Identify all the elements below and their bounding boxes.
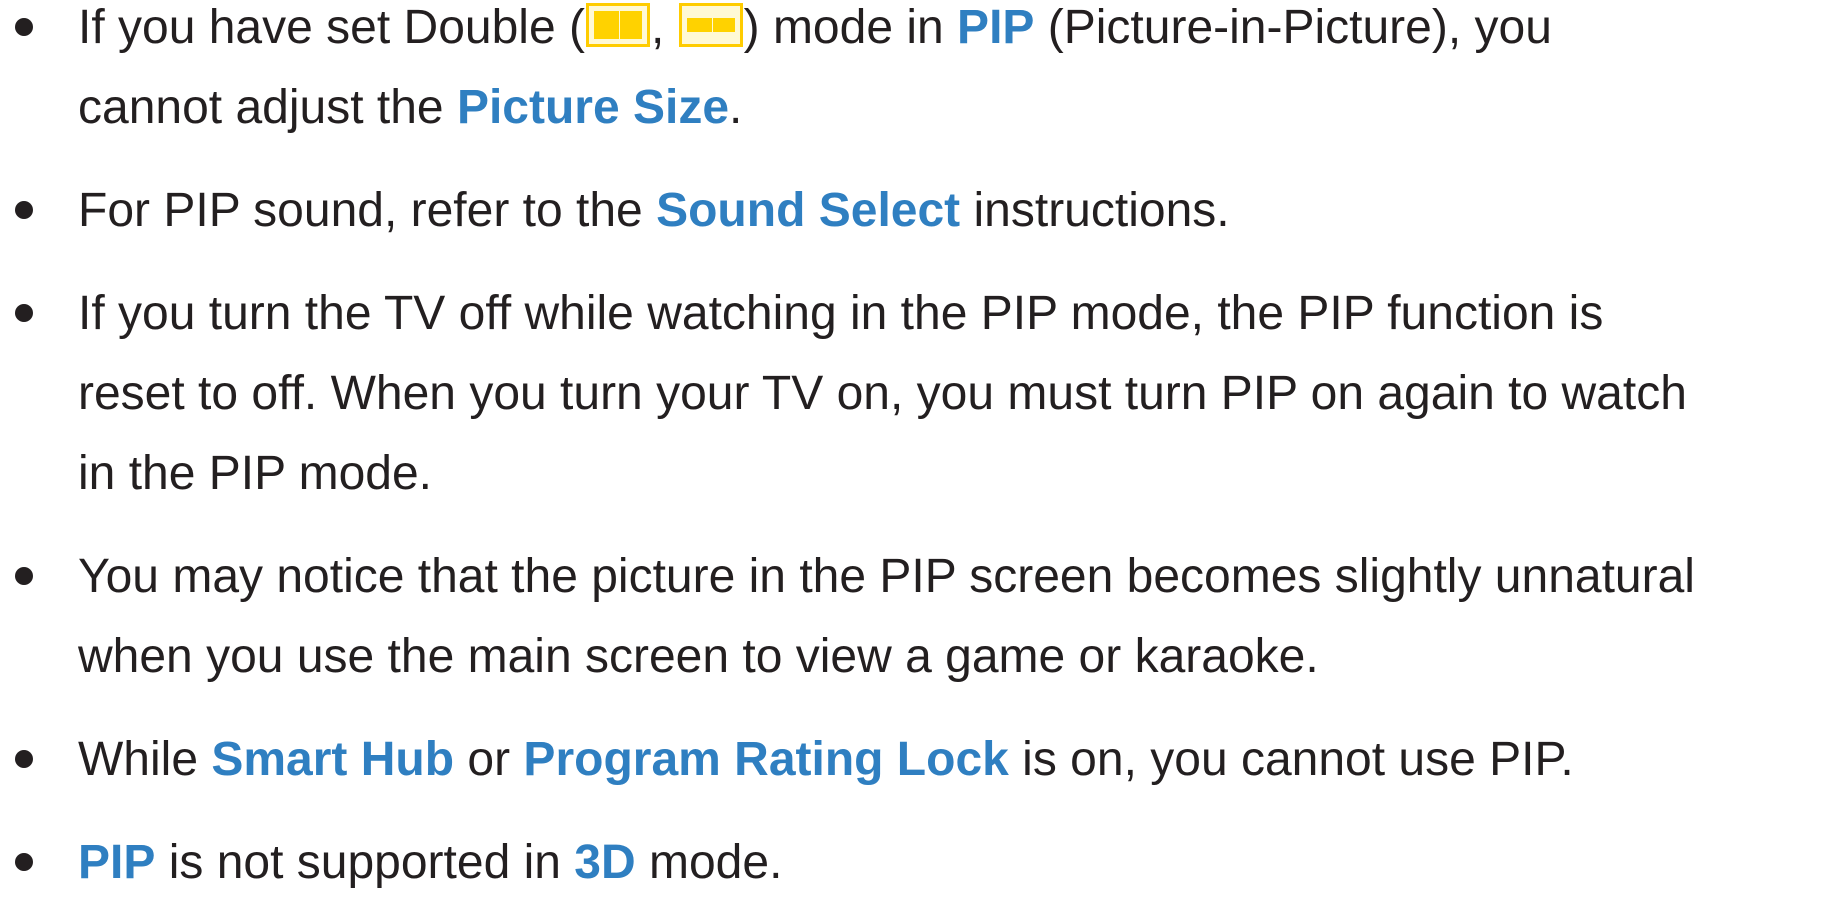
double-screen-side-by-side-icon: [585, 3, 650, 48]
note-text: cannot adjust the: [78, 81, 457, 134]
note-text: mode.: [635, 836, 783, 889]
note-text: or: [454, 733, 524, 786]
note-item-smart-hub-lock: While Smart Hub or Program Rating Lock i…: [0, 720, 1843, 800]
keyword-3d: 3D: [574, 836, 636, 889]
note-item-unnatural-picture: You may notice that the picture in the P…: [0, 537, 1843, 697]
note-text: ) mode in: [743, 1, 958, 54]
keyword-smart-hub: Smart Hub: [211, 733, 455, 786]
keyword-program-rating-lock: Program Rating Lock: [523, 733, 1009, 786]
keyword-pip: PIP: [78, 836, 156, 889]
note-text-line: in the PIP mode.: [78, 447, 432, 500]
note-text: (Picture-in-Picture), you: [1034, 1, 1552, 54]
note-text-line: when you use the main screen to view a g…: [78, 630, 1319, 683]
note-text: is on, you cannot use PIP.: [1008, 733, 1574, 786]
note-text: ,: [650, 1, 678, 54]
keyword-picture-size: Picture Size: [456, 81, 730, 134]
double-screen-picture-in-picture-icon: [678, 3, 743, 48]
keyword-pip: PIP: [957, 1, 1035, 54]
note-text-line: reset to off. When you turn your TV on, …: [78, 367, 1687, 420]
notes-list: If you have set Double (, ) mode in PIP …: [0, 0, 1843, 903]
note-item-tv-off-reset: If you turn the TV off while watching in…: [0, 274, 1843, 514]
note-text: While: [78, 733, 212, 786]
note-item-double-mode: If you have set Double (, ) mode in PIP …: [0, 0, 1843, 148]
note-item-pip-sound: For PIP sound, refer to the Sound Select…: [0, 171, 1843, 251]
note-text: If you have set Double (: [78, 1, 585, 54]
note-item-3d-unsupported: PIP is not supported in 3D mode.: [0, 823, 1843, 903]
note-text-line: If you turn the TV off while watching in…: [78, 287, 1604, 340]
note-text: instructions.: [960, 184, 1230, 237]
note-text: For PIP sound, refer to the: [78, 184, 657, 237]
keyword-sound-select: Sound Select: [656, 184, 961, 237]
note-text: is not supported in: [155, 836, 575, 889]
note-text: .: [729, 81, 743, 134]
note-text-line: You may notice that the picture in the P…: [78, 550, 1695, 603]
